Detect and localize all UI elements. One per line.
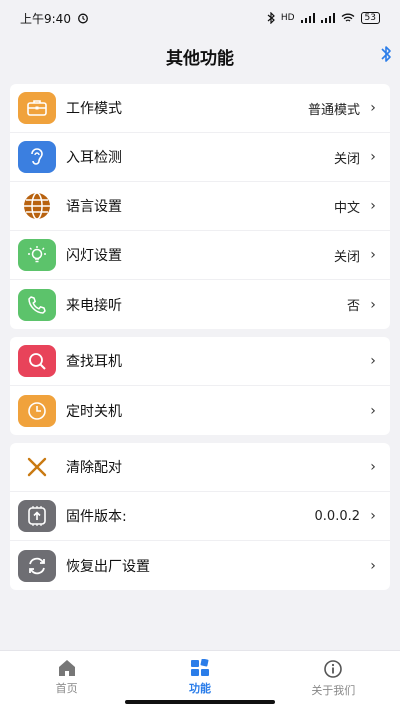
language-value: 中文 (333, 200, 360, 216)
firmware-label: 固件版本: (66, 509, 127, 525)
chevron-right-icon: › (370, 557, 376, 574)
clear-pairing-row[interactable]: 清除配对 › (10, 443, 390, 492)
chevron-right-icon: › (370, 198, 376, 214)
light-row[interactable]: 闪灯设置 关闭 › (10, 231, 390, 280)
clear-pairing-label: 清除配对 (66, 460, 122, 476)
timer-off-row[interactable]: 定时关机 › (10, 386, 390, 435)
find-earphone-label: 查找耳机 (66, 354, 122, 370)
ear-icon (18, 141, 56, 173)
tab-about-label: 关于我们 (311, 684, 356, 697)
settings-group-2: 查找耳机 › 定时关机 › (10, 337, 390, 435)
cross-icon (18, 451, 56, 483)
work-mode-label: 工作模式 (66, 101, 122, 117)
info-icon (324, 660, 343, 678)
alarm-icon (78, 13, 88, 24)
tab-home[interactable]: 首页 (0, 651, 133, 712)
call-answer-label: 来电接听 (66, 297, 122, 314)
page-title: 其他功能 (166, 48, 234, 69)
clock-icon (18, 394, 56, 427)
factory-reset-row[interactable]: 恢复出厂设置 › (10, 541, 390, 590)
signal-icon-2 (320, 13, 335, 23)
ear-detection-value: 关闭 (333, 151, 360, 167)
briefcase-icon (18, 92, 56, 124)
firmware-row[interactable]: 固件版本: 0.0.0.2 › (10, 492, 390, 541)
status-time: 上午9:40 (20, 11, 71, 26)
ear-detection-row[interactable]: 入耳检测 关闭 › (10, 133, 390, 182)
ear-detection-label: 入耳检测 (66, 150, 122, 166)
firmware-icon (18, 500, 56, 532)
chevron-right-icon: › (370, 149, 376, 165)
home-icon (58, 660, 75, 676)
tab-features-label: 功能 (188, 682, 211, 695)
phone-icon (18, 288, 56, 321)
signal-icon (300, 13, 315, 23)
work-mode-value: 普通模式 (307, 102, 360, 118)
language-row[interactable]: 语言设置 中文 › (10, 182, 390, 231)
network-label: HD (280, 13, 295, 23)
grid-icon (190, 659, 209, 676)
home-indicator (125, 700, 275, 704)
light-value: 关闭 (333, 249, 360, 265)
chevron-right-icon: › (370, 353, 376, 369)
chevron-right-icon: › (370, 508, 376, 524)
timer-off-label: 定时关机 (66, 403, 122, 420)
light-label: 闪灯设置 (66, 248, 122, 264)
wifi-icon (341, 13, 354, 22)
settings-group-1: 工作模式 普通模式 › 入耳检测 关闭 › 语言设置 中文 › 闪灯设置 关闭 … (10, 84, 390, 329)
battery-indicator: 53 (360, 12, 380, 24)
tab-about[interactable]: 关于我们 (267, 651, 400, 712)
search-icon (18, 345, 56, 377)
chevron-right-icon: › (370, 247, 376, 263)
settings-group-3: 清除配对 › 固件版本: 0.0.0.2 › 恢复出厂设置 › (10, 443, 390, 590)
chevron-right-icon: › (370, 296, 376, 313)
nav-bar: 其他功能 (0, 36, 400, 76)
globe-icon (18, 190, 56, 222)
bluetooth-icon[interactable] (380, 44, 392, 68)
bulb-icon (18, 239, 56, 271)
firmware-value: 0.0.0.2 (314, 508, 360, 524)
status-bar: 上午9:40 HD 53 (0, 0, 400, 36)
chevron-right-icon: › (370, 459, 376, 475)
reset-icon (18, 549, 56, 582)
call-answer-value: 否 (346, 299, 360, 314)
find-earphone-row[interactable]: 查找耳机 › (10, 337, 390, 386)
work-mode-row[interactable]: 工作模式 普通模式 › (10, 84, 390, 133)
factory-reset-label: 恢复出厂设置 (66, 558, 150, 575)
language-label: 语言设置 (66, 199, 122, 215)
chevron-right-icon: › (370, 402, 376, 419)
call-answer-row[interactable]: 来电接听 否 › (10, 280, 390, 329)
chevron-right-icon: › (370, 100, 376, 116)
bluetooth-status-icon (267, 12, 275, 24)
tab-home-label: 首页 (55, 682, 78, 695)
